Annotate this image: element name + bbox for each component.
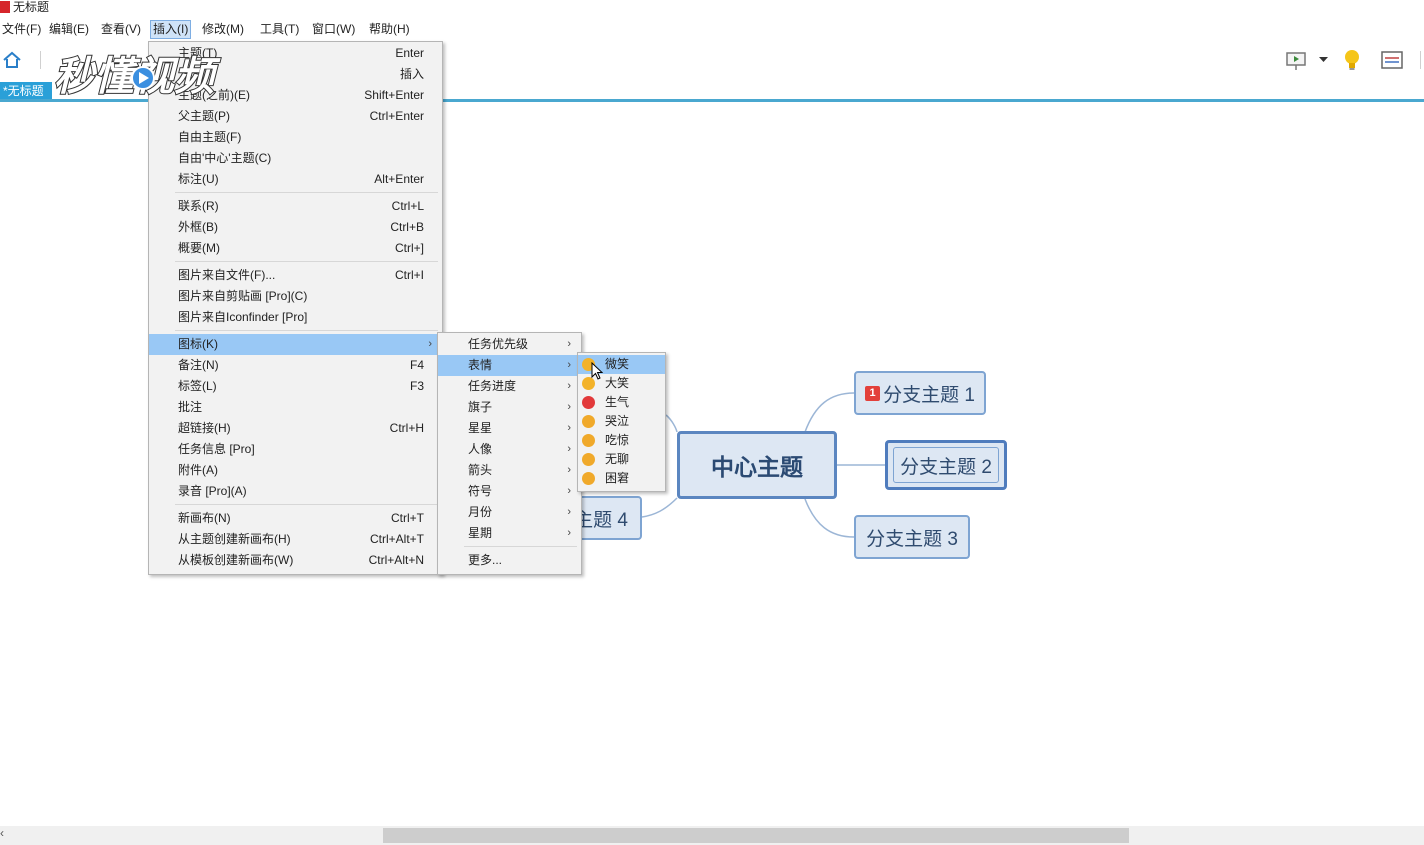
- chevron-right-icon: ›: [567, 380, 571, 392]
- scroll-left-icon[interactable]: ‹: [0, 826, 4, 840]
- app-window: 无标题 文件(F) 编辑(E) 查看(V) 插入(I) 修改(M) 工具(T) …: [0, 0, 1424, 845]
- watermark-logo: 秒懂视频: [53, 53, 222, 101]
- central-topic[interactable]: 中心主题: [677, 431, 837, 499]
- chevron-right-icon: ›: [567, 485, 571, 497]
- menu-item-audio[interactable]: 录音 [Pro](A): [149, 481, 442, 502]
- menu-item-parent-topic[interactable]: 父主题(P) Ctrl+Enter: [149, 106, 442, 127]
- submenu-item-weekdays[interactable]: 星期 ›: [438, 523, 581, 544]
- branch-topic-2-selected[interactable]: 分支主题 2: [885, 440, 1007, 490]
- menu-item-task-info[interactable]: 任务信息 [Pro]: [149, 439, 442, 460]
- chevron-right-icon: ›: [567, 464, 571, 476]
- menu-item-boundary[interactable]: 外框(B) Ctrl+B: [149, 217, 442, 238]
- menu-separator: [464, 546, 577, 547]
- menu-item-image-from-file[interactable]: 图片来自文件(F)... Ctrl+I: [149, 265, 442, 286]
- menu-item-attachment[interactable]: 附件(A): [149, 460, 442, 481]
- branch-topic-label: 分支主题 2: [900, 456, 992, 478]
- emotion-item-angry[interactable]: 生气: [578, 393, 665, 412]
- submenu-item-symbols[interactable]: 符号 ›: [438, 481, 581, 502]
- submenu-item-arrows[interactable]: 箭头 ›: [438, 460, 581, 481]
- submenu-item-people[interactable]: 人像 ›: [438, 439, 581, 460]
- video-watermark: 秒懂视频: [50, 44, 292, 106]
- branch-topic-1[interactable]: 1 分支主题 1: [854, 371, 986, 415]
- emotion-item-embarrassed[interactable]: 困窘: [578, 469, 665, 488]
- submenu-item-flags[interactable]: 旗子 ›: [438, 397, 581, 418]
- menu-separator: [175, 192, 438, 193]
- chevron-right-icon: ›: [567, 527, 571, 539]
- selection-frame: 分支主题 2: [893, 447, 999, 483]
- scrollbar-thumb[interactable]: [383, 828, 1129, 843]
- menu-item-relationship[interactable]: 联系(R) Ctrl+L: [149, 196, 442, 217]
- menu-item-labels[interactable]: 标签(L) F3: [149, 376, 442, 397]
- submenu-item-task-progress[interactable]: 任务进度 ›: [438, 376, 581, 397]
- priority-1-icon: 1: [865, 385, 881, 401]
- menu-separator: [175, 261, 438, 262]
- branch-topic-label: 分支主题 3: [866, 528, 958, 550]
- submenu-item-more[interactable]: 更多...: [438, 550, 581, 571]
- emotion-item-cry[interactable]: 哭泣: [578, 412, 665, 431]
- menu-item-floating-central-topic[interactable]: 自由'中心'主题(C): [149, 148, 442, 169]
- chevron-right-icon: ›: [428, 338, 432, 350]
- insert-dropdown-menu: 主题(T) Enter 插入 主题(之前)(E) Shift+Enter 父主题(P…: [148, 41, 443, 575]
- submenu-item-emotion[interactable]: 表情 ›: [438, 355, 581, 376]
- menu-item-new-sheet[interactable]: 新画布(N) Ctrl+T: [149, 508, 442, 529]
- menu-item-hyperlink[interactable]: 超链接(H) Ctrl+H: [149, 418, 442, 439]
- menu-item-notes[interactable]: 备注(N) F4: [149, 355, 442, 376]
- central-topic-label: 中心主题: [711, 454, 803, 480]
- submenu-item-months[interactable]: 月份 ›: [438, 502, 581, 523]
- menu-item-new-sheet-from-template[interactable]: 从模板创建新画布(W) Ctrl+Alt+N: [149, 550, 442, 571]
- menu-separator: [175, 504, 438, 505]
- surprise-face-icon: [582, 434, 595, 447]
- chevron-right-icon: ›: [567, 401, 571, 413]
- branch-topic-3[interactable]: 分支主题 3: [854, 515, 970, 559]
- angry-face-icon: [582, 396, 595, 409]
- menu-item-new-sheet-from-topic[interactable]: 从主题创建新画布(H) Ctrl+Alt+T: [149, 529, 442, 550]
- menu-item-image-from-clipart[interactable]: 图片来自剪贴画 [Pro](C): [149, 286, 442, 307]
- menu-item-comment[interactable]: 批注: [149, 397, 442, 418]
- chevron-right-icon: ›: [567, 359, 571, 371]
- emotion-item-boring[interactable]: 无聊: [578, 450, 665, 469]
- embarrassed-face-icon: [582, 472, 595, 485]
- menu-item-floating-topic[interactable]: 自由主题(F): [149, 127, 442, 148]
- icons-submenu: 任务优先级 › 表情 › 任务进度 › 旗子 › 星星 › 人像 › 箭头 › 符号 › 月份 ›…: [437, 332, 582, 575]
- menu-item-summary[interactable]: 概要(M) Ctrl+]: [149, 238, 442, 259]
- branch-topic-label: 分支主题 1: [883, 384, 975, 406]
- submenu-item-stars[interactable]: 星星 ›: [438, 418, 581, 439]
- chevron-right-icon: ›: [567, 443, 571, 455]
- mouse-cursor-icon: [591, 362, 603, 380]
- boring-face-icon: [582, 453, 595, 466]
- horizontal-scrollbar[interactable]: ‹: [0, 826, 1424, 845]
- menu-separator: [175, 330, 438, 331]
- emotion-item-surprise[interactable]: 吃惊: [578, 431, 665, 450]
- menu-item-callout[interactable]: 标注(U) Alt+Enter: [149, 169, 442, 190]
- menu-item-image-from-iconfinder[interactable]: 图片来自Iconfinder [Pro]: [149, 307, 442, 328]
- branch-topic-label: 主题 4: [574, 509, 628, 531]
- menu-item-icons[interactable]: 图标(K) ›: [149, 334, 442, 355]
- chevron-right-icon: ›: [567, 338, 571, 350]
- chevron-right-icon: ›: [567, 422, 571, 434]
- submenu-item-task-priority[interactable]: 任务优先级 ›: [438, 334, 581, 355]
- cry-face-icon: [582, 415, 595, 428]
- chevron-right-icon: ›: [567, 506, 571, 518]
